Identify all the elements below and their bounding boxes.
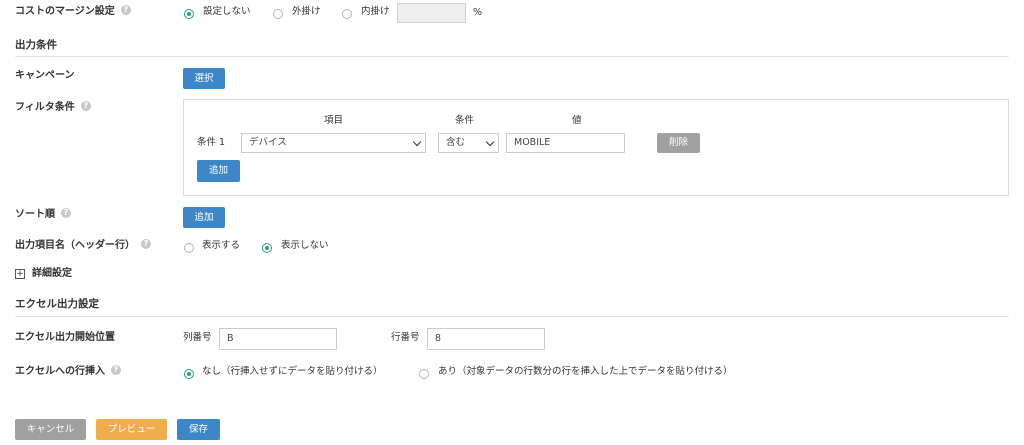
divider (15, 316, 1009, 317)
filter-label: フィルタ条件? (15, 101, 91, 115)
output-conditions-heading: 出力条件 (15, 39, 57, 51)
row-insert-radio-none[interactable] (184, 369, 194, 379)
sort-label: ソート順? (15, 208, 71, 222)
cancel-button[interactable]: キャンセル (15, 419, 86, 440)
cost-margin-radio-none[interactable] (184, 9, 194, 19)
expand-plus-icon[interactable]: + (15, 269, 25, 279)
filter-condition-select[interactable]: 含む (438, 133, 499, 153)
chevron-down-icon (485, 137, 495, 147)
row-number-input[interactable]: 8 (427, 328, 545, 350)
column-number-label: 列番号 (183, 332, 212, 343)
cost-margin-radio-outer[interactable] (273, 9, 283, 19)
header-row-label: 出力項目名（ヘッダー行）? (15, 239, 151, 253)
excel-row-insert-label: エクセルへの行挿入? (15, 365, 121, 379)
excel-heading: エクセル出力設定 (15, 298, 99, 310)
row-number-label: 行番号 (391, 332, 420, 343)
campaign-label: キャンペーン (15, 70, 75, 81)
cost-margin-option-outer[interactable]: 外掛け (292, 5, 321, 19)
advanced-settings-link[interactable]: 詳細設定 (32, 267, 72, 281)
header-row-radio-show[interactable] (184, 243, 194, 253)
filter-header-condition: 条件 (455, 115, 475, 126)
divider (15, 56, 1009, 57)
filter-row-label: 条件 1 (197, 137, 226, 148)
preview-button[interactable]: プレビュー (96, 419, 167, 440)
chevron-down-icon (412, 137, 422, 147)
cost-margin-option-none[interactable]: 設定しない (203, 5, 251, 19)
cost-margin-input[interactable] (397, 3, 466, 23)
filter-header-item: 項目 (324, 115, 344, 126)
help-icon[interactable]: ? (61, 208, 71, 218)
row-insert-option-none[interactable]: なし（行挿入せずにデータを貼り付ける） (202, 365, 383, 379)
percent-unit: % (473, 7, 483, 18)
filter-delete-button[interactable]: 削除 (657, 133, 700, 153)
header-row-radio-hide[interactable] (262, 243, 272, 253)
cost-margin-label: コストのマージン設定? (15, 5, 131, 19)
filter-value-input[interactable]: MOBILE (506, 133, 625, 153)
cost-margin-option-inner[interactable]: 内掛け (361, 5, 390, 19)
help-icon[interactable]: ? (120, 5, 131, 15)
help-icon[interactable]: ? (111, 365, 121, 375)
row-insert-option-insert[interactable]: あり（対象データの行数分の行を挿入した上でデータを貼り付ける） (438, 365, 733, 379)
header-row-option-hide[interactable]: 表示しない (281, 239, 329, 253)
column-number-input[interactable]: B (219, 328, 337, 350)
filter-add-button[interactable]: 追加 (197, 160, 240, 182)
help-icon[interactable]: ? (141, 239, 151, 249)
campaign-select-button[interactable]: 選択 (183, 68, 225, 89)
excel-start-position-label: エクセル出力開始位置 (15, 332, 115, 343)
header-row-option-show[interactable]: 表示する (202, 239, 240, 253)
row-insert-radio-insert[interactable] (419, 369, 429, 379)
cost-margin-radio-inner[interactable] (342, 9, 352, 19)
filter-item-select[interactable]: デバイス (241, 133, 426, 153)
filter-header-value: 値 (572, 115, 582, 126)
save-button[interactable]: 保存 (177, 419, 220, 440)
sort-add-button[interactable]: 追加 (183, 207, 225, 228)
help-icon[interactable]: ? (80, 101, 91, 111)
